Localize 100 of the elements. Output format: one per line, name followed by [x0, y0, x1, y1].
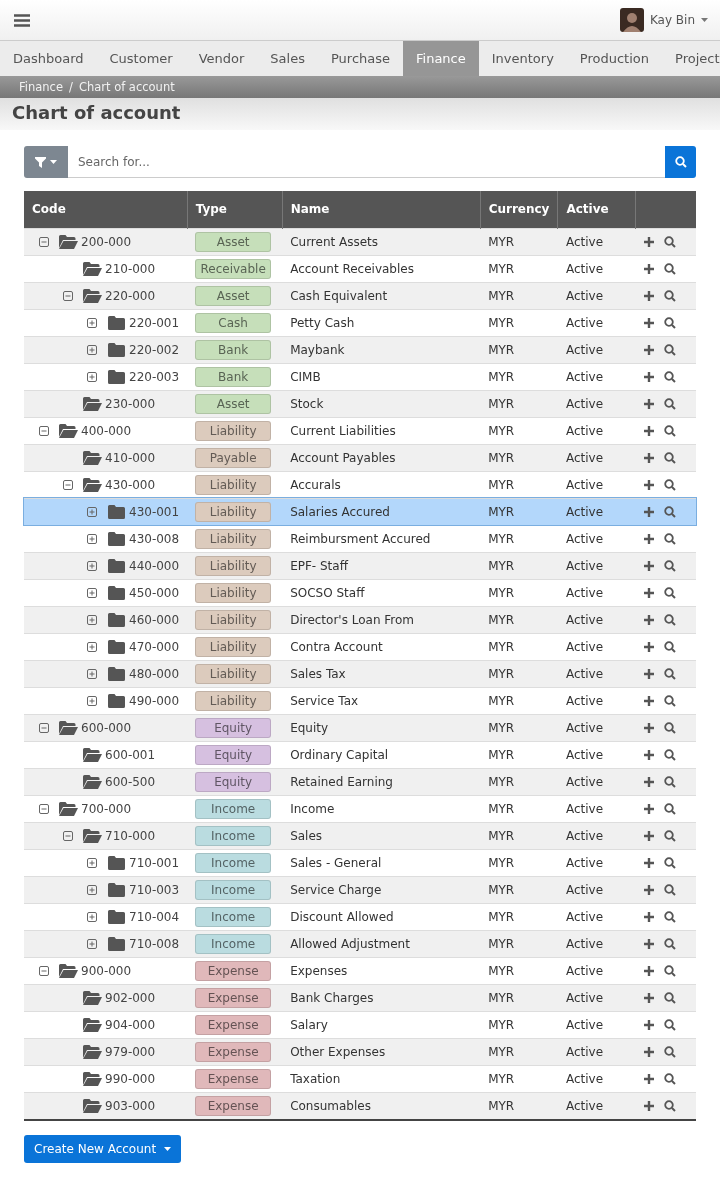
search-icon[interactable]	[664, 694, 676, 707]
search-icon[interactable]	[664, 613, 676, 626]
add-icon[interactable]	[644, 911, 654, 922]
search-icon[interactable]	[664, 559, 676, 572]
table-row[interactable]: 400-000 Liability Current Liabilities MYR Active	[24, 417, 696, 444]
expand-icon[interactable]	[87, 317, 97, 328]
search-icon[interactable]	[664, 397, 676, 410]
search-icon[interactable]	[664, 478, 676, 491]
add-icon[interactable]	[644, 479, 654, 490]
add-icon[interactable]	[644, 641, 654, 652]
table-row[interactable]: 710-000 Income Sales MYR Active	[24, 822, 696, 849]
search-icon[interactable]	[664, 289, 676, 302]
search-icon[interactable]	[664, 1072, 676, 1085]
nav-tab[interactable]: Purchase	[317, 41, 403, 76]
table-row[interactable]: 600-500 Equity Retained Earning MYR Active	[24, 768, 696, 795]
table-row[interactable]: 230-000 Asset Stock MYR Active	[24, 390, 696, 417]
nav-tab[interactable]: Dashboard	[0, 41, 97, 76]
expand-icon[interactable]	[87, 560, 97, 571]
add-icon[interactable]	[644, 533, 654, 544]
table-row[interactable]: 710-003 Income Service Charge MYR Active	[24, 876, 696, 903]
table-row[interactable]: 480-000 Liability Sales Tax MYR Active	[24, 660, 696, 687]
add-icon[interactable]	[644, 1100, 654, 1111]
table-row[interactable]: 900-000 Expense Expenses MYR Active	[24, 957, 696, 984]
search-icon[interactable]	[664, 1045, 676, 1058]
search-button[interactable]	[665, 146, 696, 178]
add-icon[interactable]	[644, 749, 654, 760]
add-icon[interactable]	[644, 938, 654, 949]
add-icon[interactable]	[644, 290, 654, 301]
expand-icon[interactable]	[87, 614, 97, 625]
filter-button[interactable]	[24, 146, 68, 178]
table-row[interactable]: 430-001 Liability Salaries Accured MYR Active	[24, 498, 696, 525]
table-row[interactable]: 430-000 Liability Accurals MYR Active	[24, 471, 696, 498]
search-icon[interactable]	[664, 316, 676, 329]
table-row[interactable]: 979-000 Expense Other Expenses MYR Active	[24, 1038, 696, 1065]
menu-icon[interactable]	[14, 13, 30, 27]
search-icon[interactable]	[664, 532, 676, 545]
table-row[interactable]: 220-001 Cash Petty Cash MYR Active	[24, 309, 696, 336]
add-icon[interactable]	[644, 695, 654, 706]
search-icon[interactable]	[664, 883, 676, 896]
expand-icon[interactable]	[87, 938, 97, 949]
add-icon[interactable]	[644, 560, 654, 571]
table-row[interactable]: 710-001 Income Sales - General MYR Active	[24, 849, 696, 876]
add-icon[interactable]	[644, 452, 654, 463]
search-icon[interactable]	[664, 910, 676, 923]
add-icon[interactable]	[644, 344, 654, 355]
expand-icon[interactable]	[87, 371, 97, 382]
add-icon[interactable]	[644, 803, 654, 814]
expand-icon[interactable]	[87, 884, 97, 895]
create-account-button[interactable]: Create New Account	[24, 1134, 182, 1163]
nav-tab[interactable]: Vendor	[185, 41, 258, 76]
table-row[interactable]: 470-000 Liability Contra Account MYR Active	[24, 633, 696, 660]
add-icon[interactable]	[644, 263, 654, 274]
expand-icon[interactable]	[87, 668, 97, 679]
table-row[interactable]: 220-003 Bank CIMB MYR Active	[24, 363, 696, 390]
expand-icon[interactable]	[87, 695, 97, 706]
nav-tab[interactable]: Project	[662, 41, 720, 76]
add-icon[interactable]	[644, 614, 654, 625]
search-icon[interactable]	[664, 586, 676, 599]
add-icon[interactable]	[644, 1019, 654, 1030]
table-row[interactable]: 410-000 Payable Account Payables MYR Active	[24, 444, 696, 471]
add-icon[interactable]	[644, 776, 654, 787]
search-icon[interactable]	[664, 802, 676, 815]
add-icon[interactable]	[644, 506, 654, 517]
expand-icon[interactable]	[87, 911, 97, 922]
collapse-icon[interactable]	[63, 290, 73, 301]
search-icon[interactable]	[664, 667, 676, 680]
search-icon[interactable]	[664, 1018, 676, 1031]
add-icon[interactable]	[644, 1046, 654, 1057]
add-icon[interactable]	[644, 398, 654, 409]
add-icon[interactable]	[644, 317, 654, 328]
add-icon[interactable]	[644, 668, 654, 679]
table-row[interactable]: 460-000 Liability Director's Loan From MYR Active	[24, 606, 696, 633]
search-icon[interactable]	[664, 370, 676, 383]
expand-icon[interactable]	[87, 587, 97, 598]
search-icon[interactable]	[664, 748, 676, 761]
search-icon[interactable]	[664, 262, 676, 275]
add-icon[interactable]	[644, 587, 654, 598]
table-row[interactable]: 710-004 Income Discount Allowed MYR Active	[24, 903, 696, 930]
table-row[interactable]: 600-000 Equity Equity MYR Active	[24, 714, 696, 741]
search-icon[interactable]	[664, 640, 676, 653]
table-row[interactable]: 700-000 Income Income MYR Active	[24, 795, 696, 822]
add-icon[interactable]	[644, 236, 654, 247]
table-row[interactable]: 430-008 Liability Reimbursment Accured MYR Active	[24, 525, 696, 552]
collapse-icon[interactable]	[39, 722, 49, 733]
add-icon[interactable]	[644, 1073, 654, 1084]
collapse-icon[interactable]	[63, 830, 73, 841]
collapse-icon[interactable]	[39, 965, 49, 976]
add-icon[interactable]	[644, 965, 654, 976]
add-icon[interactable]	[644, 857, 654, 868]
add-icon[interactable]	[644, 830, 654, 841]
search-icon[interactable]	[664, 343, 676, 356]
nav-tab[interactable]: Production	[566, 41, 662, 76]
table-row[interactable]: 600-001 Equity Ordinary Capital MYR Active	[24, 741, 696, 768]
user-name[interactable]: Kay Bin	[649, 13, 695, 27]
expand-icon[interactable]	[87, 641, 97, 652]
search-icon[interactable]	[664, 991, 676, 1004]
nav-tab[interactable]: Customer	[96, 41, 186, 76]
search-icon[interactable]	[664, 775, 676, 788]
search-icon[interactable]	[664, 856, 676, 869]
table-row[interactable]: 903-000 Expense Consumables MYR Active	[24, 1092, 696, 1120]
